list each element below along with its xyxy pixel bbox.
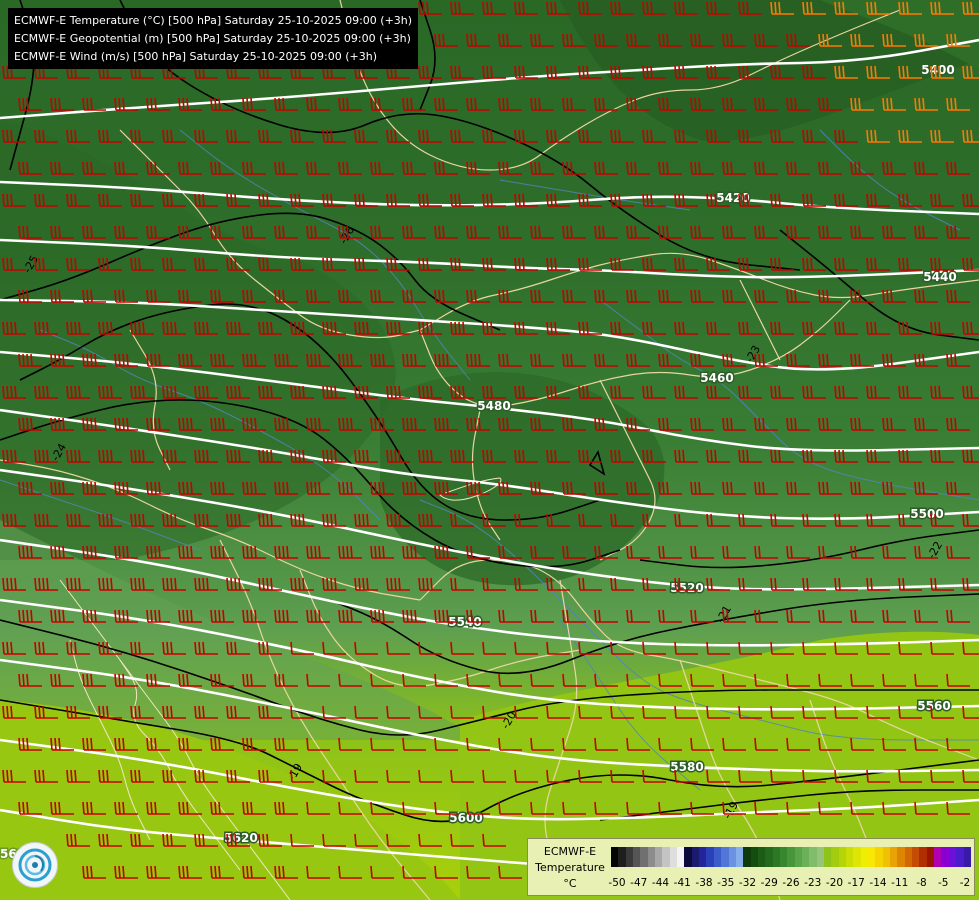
legend-color-swatch [691, 847, 700, 867]
legend-color-swatch [941, 847, 949, 867]
legend-color-swatch [787, 847, 795, 867]
legend-tick-label: -2 [959, 877, 971, 889]
legend-color-swatch [640, 847, 648, 867]
legend-tick-label: -5 [938, 877, 949, 889]
legend-tick-label: -26 [782, 877, 800, 889]
legend-color-swatch [801, 847, 810, 867]
legend-tick-label: -44 [651, 877, 670, 889]
legend-color-swatch [743, 847, 751, 867]
legend-color-swatch [633, 847, 641, 867]
legend-color-swatch [912, 847, 920, 867]
legend-color-swatch [655, 847, 663, 867]
legend-color-swatch [868, 847, 876, 867]
map-info-header: ECMWF-E Temperature (°C) [500 hPa] Satur… [8, 8, 419, 69]
legend-color-swatch [904, 847, 913, 867]
legend-color-swatch [735, 847, 744, 867]
header-line-geopotential: ECMWF-E Geopotential (m) [500 hPa] Satur… [14, 32, 411, 45]
geopotential-label: 5600 [449, 811, 482, 825]
legend-color-swatch [809, 847, 817, 867]
legend-color-swatch [853, 847, 861, 867]
legend-color-swatch [713, 847, 722, 867]
legend-color-swatch [765, 847, 773, 867]
legend-color-swatch [699, 847, 707, 867]
geopotential-label: 5440 [923, 270, 956, 284]
legend-tick-label: -38 [695, 877, 713, 889]
legend-color-swatch [794, 847, 802, 867]
legend-color-swatch [948, 847, 957, 867]
legend-color-swatch [831, 847, 839, 867]
legend-color-bar [611, 847, 971, 867]
legend-tick-label: -17 [847, 877, 865, 889]
geopotential-label: 5420 [716, 191, 749, 205]
legend-color-swatch [846, 847, 854, 867]
legend-tick-label: -14 [869, 877, 887, 889]
legend-unit-label: °C [563, 877, 577, 890]
legend-color-swatch [721, 847, 729, 867]
legend-color-swatch [934, 847, 942, 867]
legend-tick-label: -35 [717, 877, 735, 889]
legend-color-swatch [772, 847, 780, 867]
legend-tick-label: -41 [673, 877, 691, 889]
legend-color-swatch [926, 847, 935, 867]
geopotential-label: 5500 [910, 507, 943, 521]
legend-color-swatch [838, 847, 846, 867]
legend-tick-label: -29 [760, 877, 778, 889]
temperature-legend: ECMWF-E Temperature °C -50 -47 -44 -41 -38 -3… [527, 838, 975, 896]
ecmwf-logo-icon [12, 842, 58, 888]
geopotential-label: 5620 [224, 831, 257, 845]
legend-color-swatch [963, 847, 971, 867]
legend-color-swatch [750, 847, 758, 867]
legend-color-swatch [647, 847, 656, 867]
geopotential-label: 5460 [700, 371, 733, 385]
legend-color-swatch [860, 847, 869, 867]
geopotential-label: 5400 [921, 63, 954, 77]
legend-color-swatch [611, 847, 619, 867]
legend-color-swatch [669, 847, 678, 867]
legend-tick-label: -11 [891, 877, 909, 889]
legend-color-swatch [677, 847, 685, 867]
legend-color-swatch [706, 847, 714, 867]
legend-tick-label: -23 [804, 877, 822, 889]
legend-color-swatch [662, 847, 670, 867]
legend-color-swatch [875, 847, 883, 867]
legend-color-swatch [757, 847, 766, 867]
legend-tick-label: -32 [738, 877, 757, 889]
legend-color-swatch [779, 847, 788, 867]
legend-color-swatch [816, 847, 824, 867]
legend-model-label: ECMWF-E [543, 845, 597, 858]
legend-tick-label: -50 [608, 877, 626, 889]
legend-tick-label: -47 [630, 877, 648, 889]
header-line-wind: ECMWF-E Wind (m/s) [500 hPa] Saturday 25… [14, 50, 377, 63]
legend-color-swatch [956, 847, 964, 867]
legend-variable-label: Temperature [535, 861, 605, 874]
legend-tick-label: -20 [825, 877, 844, 889]
legend-color-swatch [625, 847, 634, 867]
legend-tick-label: -8 [916, 877, 927, 889]
geopotential-label: 5480 [477, 399, 510, 413]
weather-map: -26-25-24-23-22-21-20-19-19 540054205440… [0, 0, 979, 900]
legend-color-swatch [684, 847, 692, 867]
legend-color-swatch [919, 847, 927, 867]
legend-color-swatch [882, 847, 891, 867]
legend-color-swatch [897, 847, 905, 867]
geopotential-label: 5560 [917, 699, 950, 713]
legend-color-swatch [823, 847, 832, 867]
header-line-temperature: ECMWF-E Temperature (°C) [500 hPa] Satur… [14, 14, 413, 27]
legend-color-swatch [728, 847, 736, 867]
legend-color-swatch [618, 847, 626, 867]
legend-color-swatch [890, 847, 898, 867]
legend-ticks: -50 -47 -44 -41 -38 -35 -32 -29 -26 -23 -20 -17 -14-… [608, 877, 971, 891]
